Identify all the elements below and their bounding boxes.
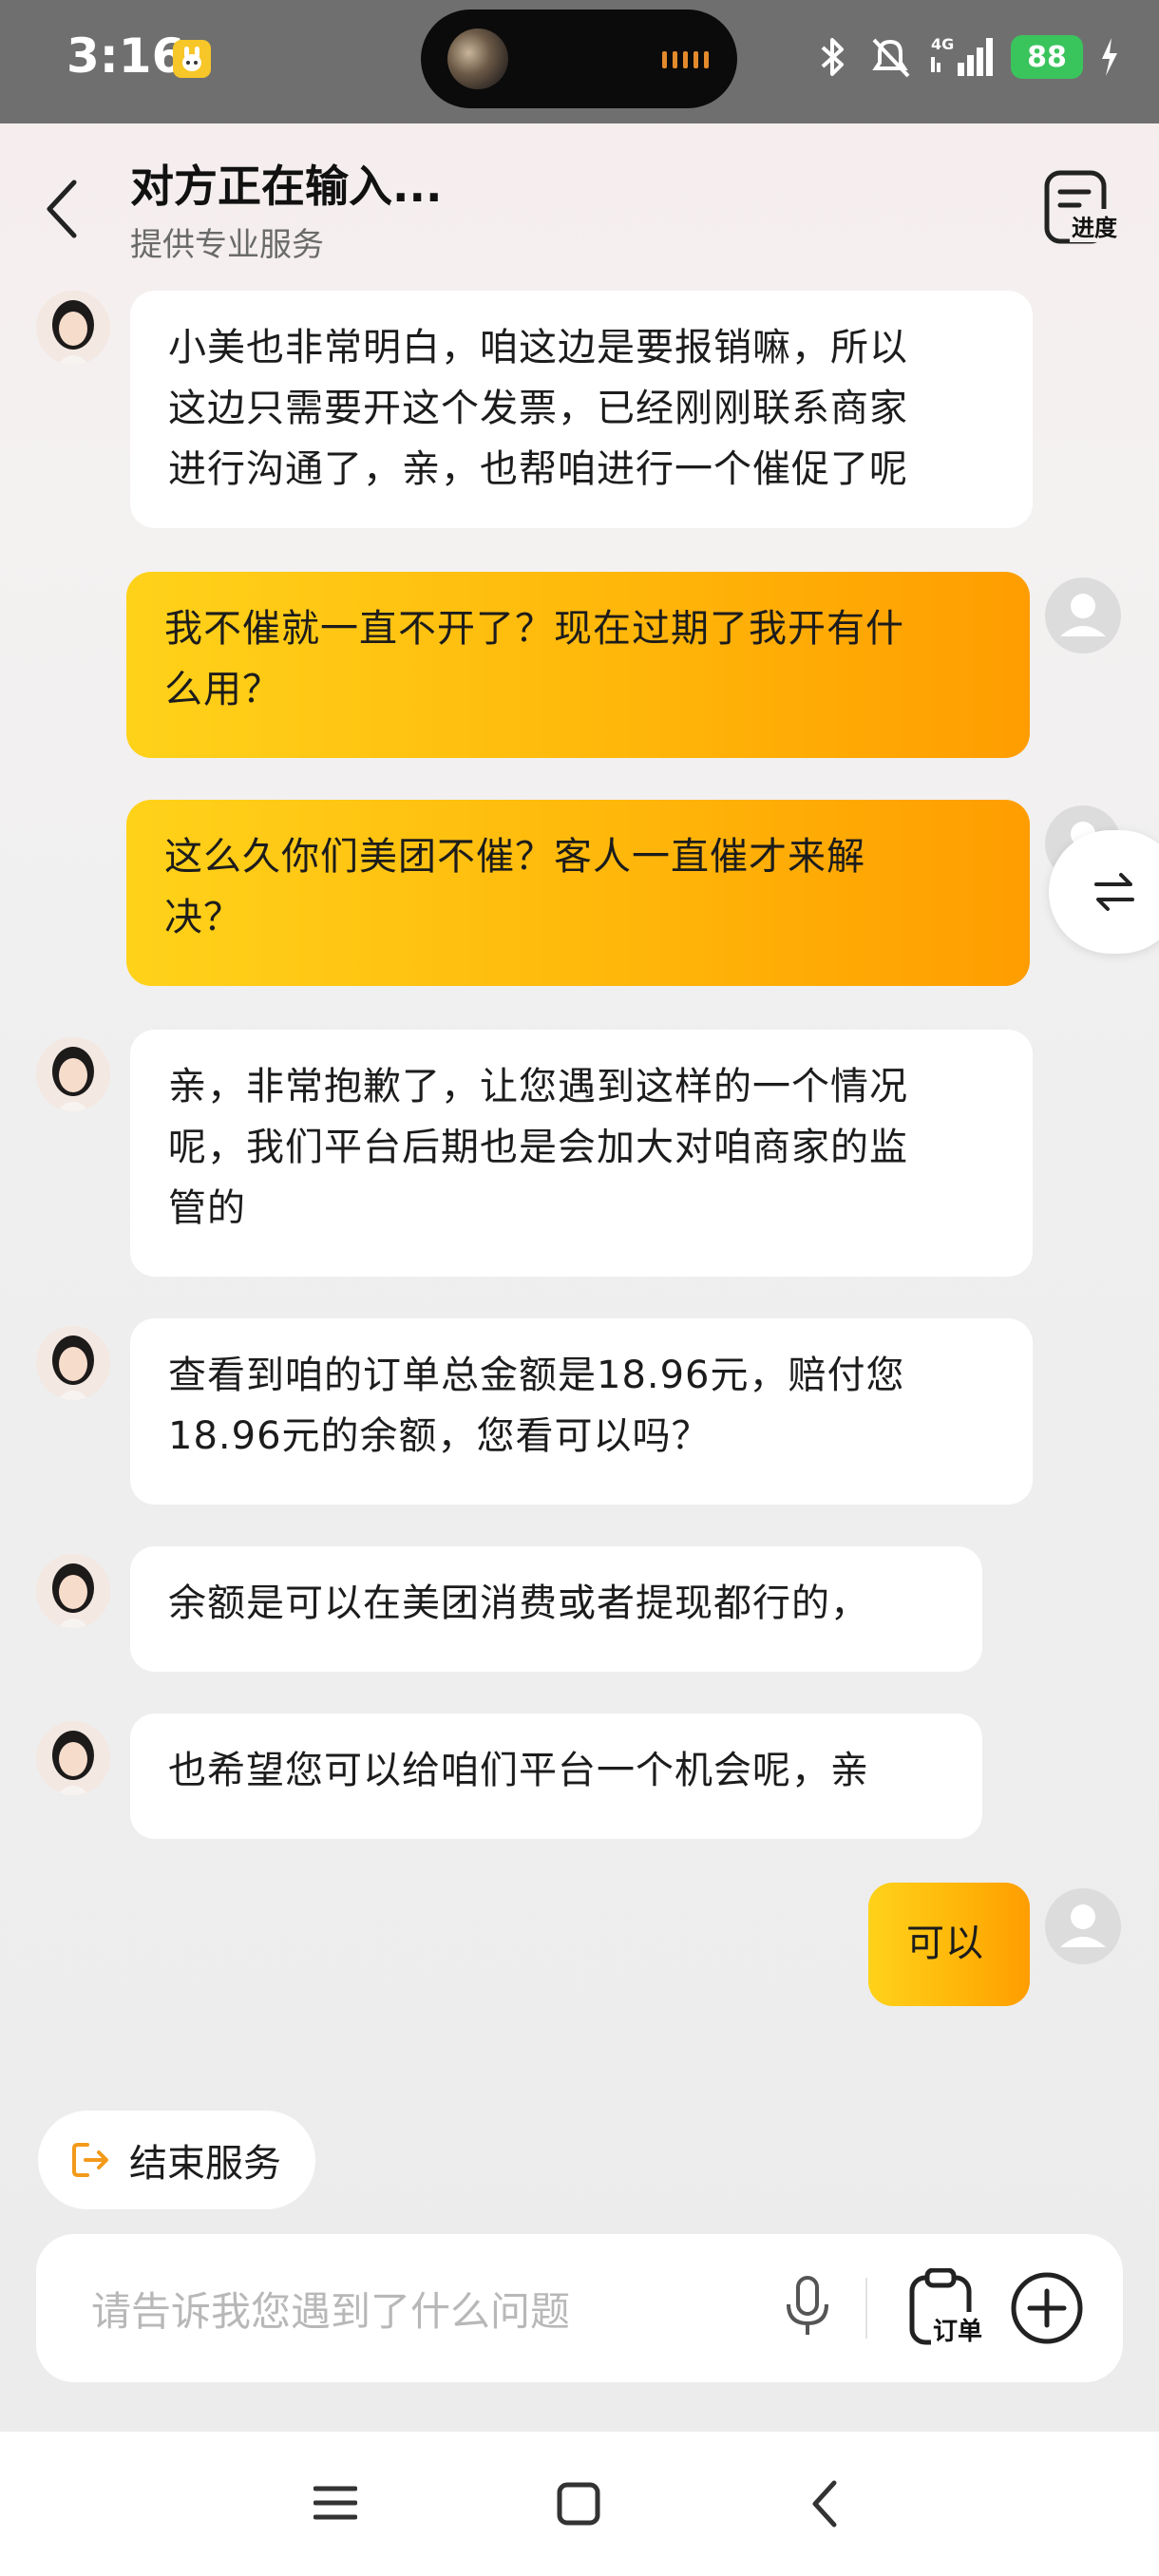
page-title: 对方正在输入... <box>130 161 443 212</box>
svg-text:4G: 4G <box>931 35 954 53</box>
agent-avatar <box>36 1326 110 1400</box>
message-line: 这么久你们美团不催？客人一直催才来解 <box>164 835 865 879</box>
charging-icon <box>1102 38 1117 76</box>
message-line: 么用？ <box>164 668 281 711</box>
progress-button[interactable]: 进度 <box>1041 169 1121 249</box>
message-line: 也希望您可以给咱们平台一个机会呢，亲 <box>168 1749 869 1792</box>
user-avatar <box>1045 1888 1121 1964</box>
message-line: 管的 <box>168 1186 246 1230</box>
order-button[interactable]: 订单 <box>906 2267 988 2348</box>
agent-message-bubble: 查看到咱的订单总金额是18.96元，赔付您 18.96元的余额，您看可以吗？ <box>130 1318 1033 1505</box>
message-line: 可以 <box>906 1922 984 1965</box>
message-line: 亲，非常抱歉了，让您遇到这样的一个情况 <box>168 1065 908 1108</box>
message-line: 18.96元的余额，您看可以吗？ <box>168 1414 711 1458</box>
dynamic-island[interactable] <box>421 9 737 108</box>
message-line: 我不催就一直不开了？现在过期了我开有什 <box>164 607 904 651</box>
agent-avatar <box>36 1721 110 1795</box>
switch-button[interactable] <box>1049 830 1159 954</box>
agent-message-bubble: 余额是可以在美团消费或者提现都行的， <box>130 1546 982 1672</box>
input-divider <box>865 2278 867 2339</box>
bluetooth-icon <box>821 38 844 76</box>
voice-input-button[interactable] <box>783 2274 832 2344</box>
media-thumbnail <box>447 28 508 89</box>
page-subtitle: 提供专业服务 <box>130 226 324 264</box>
app-notification-icon <box>173 40 211 78</box>
order-label: 订单 <box>931 2312 985 2347</box>
status-icons: 4G 88 <box>813 28 1121 85</box>
status-time: 3:16 <box>66 28 185 84</box>
agent-avatar <box>36 291 110 365</box>
agent-message-bubble: 亲，非常抱歉了，让您遇到这样的一个情况 呢，我们平台后期也是会加大对咱商家的监 … <box>130 1030 1033 1277</box>
agent-message-bubble: 小美也非常明白，咱这边是要报销嘛，所以 这边只需要开这个发票，已经刚刚联系商家 … <box>130 291 1033 528</box>
user-message-bubble: 这么久你们美团不催？客人一直催才来解 决？ <box>126 800 1030 986</box>
plus-circle-icon <box>1011 2272 1083 2344</box>
swap-icon <box>1094 873 1134 911</box>
message-input-bar: 请告诉我您遇到了什么问题 订单 <box>36 2234 1123 2382</box>
message-line: 决？ <box>164 896 242 939</box>
back-button[interactable] <box>38 171 86 247</box>
agent-avatar <box>36 1554 110 1628</box>
message-input[interactable]: 请告诉我您遇到了什么问题 <box>91 2280 570 2338</box>
microphone-icon <box>787 2276 828 2335</box>
agent-message-bubble: 也希望您可以给咱们平台一个机会呢，亲 <box>130 1714 982 1839</box>
user-message-bubble: 我不催就一直不开了？现在过期了我开有什 么用？ <box>126 572 1030 758</box>
message-line: 余额是可以在美团消费或者提现都行的， <box>168 1582 869 1625</box>
message-line: 小美也非常明白，咱这边是要报销嘛，所以 <box>168 326 908 369</box>
progress-label: 进度 <box>1070 209 1119 242</box>
menu-icon <box>313 2486 358 2520</box>
user-message-bubble: 可以 <box>868 1883 1030 2006</box>
end-service-label: 结束服务 <box>129 2142 281 2186</box>
message-line: 查看到咱的订单总金额是18.96元，赔付您 <box>168 1354 905 1397</box>
battery-level: 88 <box>1011 35 1083 79</box>
nav-back-icon <box>812 2480 837 2528</box>
message-line: 这边只需要开这个发票，已经刚刚联系商家 <box>168 387 908 430</box>
exit-icon <box>72 2143 108 2177</box>
system-back-button[interactable] <box>808 2479 842 2532</box>
mute-vibrate-icon <box>872 38 910 78</box>
status-bar: 3:16 4G 88 <box>0 0 1159 123</box>
signal-4g-icon: 4G <box>931 35 993 76</box>
audio-visualizer-icon <box>662 51 709 68</box>
recent-apps-button[interactable] <box>313 2481 358 2529</box>
home-button[interactable] <box>556 2481 601 2530</box>
chat-header: 对方正在输入... 提供专业服务 进度 <box>0 123 1159 275</box>
home-square-icon <box>557 2482 600 2526</box>
system-nav-bar <box>0 2432 1159 2576</box>
user-avatar <box>1045 578 1121 653</box>
more-button[interactable] <box>1009 2270 1085 2350</box>
end-service-button[interactable]: 结束服务 <box>38 2111 315 2209</box>
agent-avatar <box>36 1037 110 1111</box>
back-arrow-icon <box>47 180 77 238</box>
message-line: 进行沟通了，亲，也帮咱进行一个催促了呢 <box>168 447 908 491</box>
message-line: 呢，我们平台后期也是会加大对咱商家的监 <box>168 1126 908 1169</box>
